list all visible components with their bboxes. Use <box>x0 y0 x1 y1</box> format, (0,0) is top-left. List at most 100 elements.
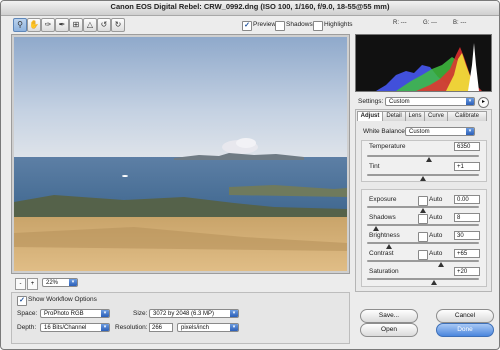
saturation-label: Saturation <box>369 268 399 275</box>
space-select[interactable]: ProPhoto RGB ▾ <box>40 309 110 318</box>
contrast-auto-checkbox[interactable] <box>418 250 428 260</box>
window-title: Canon EOS Digital Rebel: CRW_0992.dng (I… <box>110 2 390 11</box>
chevron-down-icon: ▾ <box>101 324 109 331</box>
depth-select[interactable]: 16 Bits/Channel ▾ <box>40 323 110 332</box>
exposure-auto-label: Auto <box>429 196 443 203</box>
resolution-input[interactable]: 266 <box>149 323 173 332</box>
saturation-input[interactable]: +20 <box>454 267 480 276</box>
rotate-right-icon[interactable]: ↻ <box>111 18 125 32</box>
chevron-down-icon: ▾ <box>69 279 77 286</box>
shadows-slider-thumb[interactable] <box>372 226 379 231</box>
chevron-down-icon: ▾ <box>466 128 474 135</box>
exposure-auto-checkbox[interactable] <box>418 196 428 206</box>
brightness-input[interactable]: 30 <box>454 231 480 240</box>
temperature-label: Temperature <box>369 143 406 150</box>
tab-detail[interactable]: Detail <box>382 111 406 121</box>
zoom-out-button[interactable]: - <box>15 278 26 290</box>
brightness-auto-label: Auto <box>429 232 443 239</box>
chevron-down-icon: ▾ <box>101 310 109 317</box>
exposure-slider-thumb[interactable] <box>420 208 426 213</box>
show-workflow-checkbox[interactable]: ✓ <box>17 296 27 306</box>
contrast-slider-thumb[interactable] <box>437 262 444 267</box>
chevron-down-icon: ▾ <box>230 310 238 317</box>
depth-label: Depth: <box>17 324 37 331</box>
size-label: Size: <box>133 310 148 317</box>
settings-value: Custom <box>389 99 410 105</box>
preview-label: Preview <box>253 21 277 28</box>
shadows-checkbox[interactable] <box>275 21 285 31</box>
contrast-auto-label: Auto <box>429 250 443 257</box>
tint-slider-thumb[interactable] <box>420 176 426 181</box>
histogram <box>355 34 492 92</box>
tab-curve[interactable]: Curve <box>424 111 448 121</box>
depth-value: 16 Bits/Channel <box>44 325 87 331</box>
done-button[interactable]: Done <box>436 323 494 337</box>
chevron-down-icon: ▾ <box>230 324 238 331</box>
shadows-auto-label: Auto <box>429 214 443 221</box>
settings-select[interactable]: Custom ▾ <box>385 97 475 106</box>
brightness-slider-thumb[interactable] <box>386 244 393 249</box>
chevron-down-icon: ▾ <box>466 98 474 105</box>
shadows-auto-checkbox[interactable] <box>418 214 428 224</box>
red-readout: R: --- <box>393 20 407 26</box>
temperature-slider-thumb[interactable] <box>425 157 432 162</box>
open-button[interactable]: Open <box>360 323 418 337</box>
resolution-unit-value: pixels/inch <box>181 325 210 331</box>
image-canvas[interactable] <box>11 34 350 274</box>
shadows-label: Shadows <box>286 21 313 28</box>
tab-adjust[interactable]: Adjust <box>357 111 383 121</box>
shadows-input[interactable]: 8 <box>454 213 480 222</box>
size-select[interactable]: 3072 by 2048 (6.3 MP) ▾ <box>149 309 239 318</box>
title-bar: Canon EOS Digital Rebel: CRW_0992.dng (I… <box>1 1 499 16</box>
exposure-label: Exposure <box>369 196 397 203</box>
exposure-input[interactable]: 0.00 <box>454 195 480 204</box>
white-balance-select[interactable]: Custom ▾ <box>405 127 475 136</box>
cancel-button[interactable]: Cancel <box>436 309 494 323</box>
histogram-graph <box>376 43 482 91</box>
brightness-slider[interactable] <box>367 242 479 244</box>
contrast-slider[interactable] <box>367 260 479 262</box>
tint-label: Tint <box>369 163 380 170</box>
white-balance-tool-icon[interactable]: ✑ <box>41 18 55 32</box>
zoom-level-value: 22% <box>46 280 59 286</box>
resolution-label: Resolution: <box>115 324 148 331</box>
blue-readout: B: --- <box>453 20 467 26</box>
show-workflow-label: Show Workflow Options <box>28 296 97 303</box>
saturation-slider-thumb[interactable] <box>431 280 438 285</box>
workflow-options-panel: ✓ Show Workflow Options Space: ProPhoto … <box>11 292 350 344</box>
settings-menu-icon[interactable]: ▸ <box>478 97 489 108</box>
highlights-label: Highlights <box>324 21 353 28</box>
tab-calibrate[interactable]: Calibrate <box>447 111 487 121</box>
resolution-unit-select[interactable]: pixels/inch ▾ <box>177 323 239 332</box>
zoom-tool-icon[interactable]: ⚲ <box>13 18 27 32</box>
shadows-slider[interactable] <box>367 224 479 226</box>
tab-lens[interactable]: Lens <box>405 111 425 121</box>
white-balance-label: White Balance: <box>363 128 407 135</box>
saturation-slider[interactable] <box>367 278 479 280</box>
tint-input[interactable]: +1 <box>454 162 480 171</box>
settings-label: Settings: <box>358 98 384 105</box>
rotate-left-icon[interactable]: ↺ <box>97 18 111 32</box>
highlights-checkbox[interactable] <box>313 21 323 31</box>
green-readout: G: --- <box>423 20 437 26</box>
save-button[interactable]: Save... <box>360 309 418 323</box>
zoom-in-button[interactable]: + <box>27 278 38 290</box>
preview-photo <box>14 37 347 271</box>
preview-checkbox[interactable]: ✓ <box>242 21 252 31</box>
crop-tool-icon[interactable]: ⊞ <box>69 18 83 32</box>
straighten-tool-icon[interactable]: △ <box>83 18 97 32</box>
contrast-input[interactable]: +65 <box>454 249 480 258</box>
space-label: Space: <box>17 310 38 317</box>
size-value: 3072 by 2048 (6.3 MP) <box>153 311 215 317</box>
temperature-input[interactable]: 6350 <box>454 142 480 151</box>
brightness-auto-checkbox[interactable] <box>418 232 428 242</box>
hand-tool-icon[interactable]: ✋ <box>27 18 41 32</box>
contrast-label: Contrast <box>369 250 394 257</box>
color-sampler-tool-icon[interactable]: ✒ <box>55 18 69 32</box>
white-balance-value: Custom <box>409 129 430 135</box>
zoom-level-select[interactable]: 22% ▾ <box>42 278 78 287</box>
shadows-adjust-label: Shadows <box>369 214 396 221</box>
temperature-slider[interactable] <box>367 155 479 157</box>
brightness-label: Brightness <box>369 232 400 239</box>
camera-raw-window: Canon EOS Digital Rebel: CRW_0992.dng (I… <box>0 0 500 350</box>
